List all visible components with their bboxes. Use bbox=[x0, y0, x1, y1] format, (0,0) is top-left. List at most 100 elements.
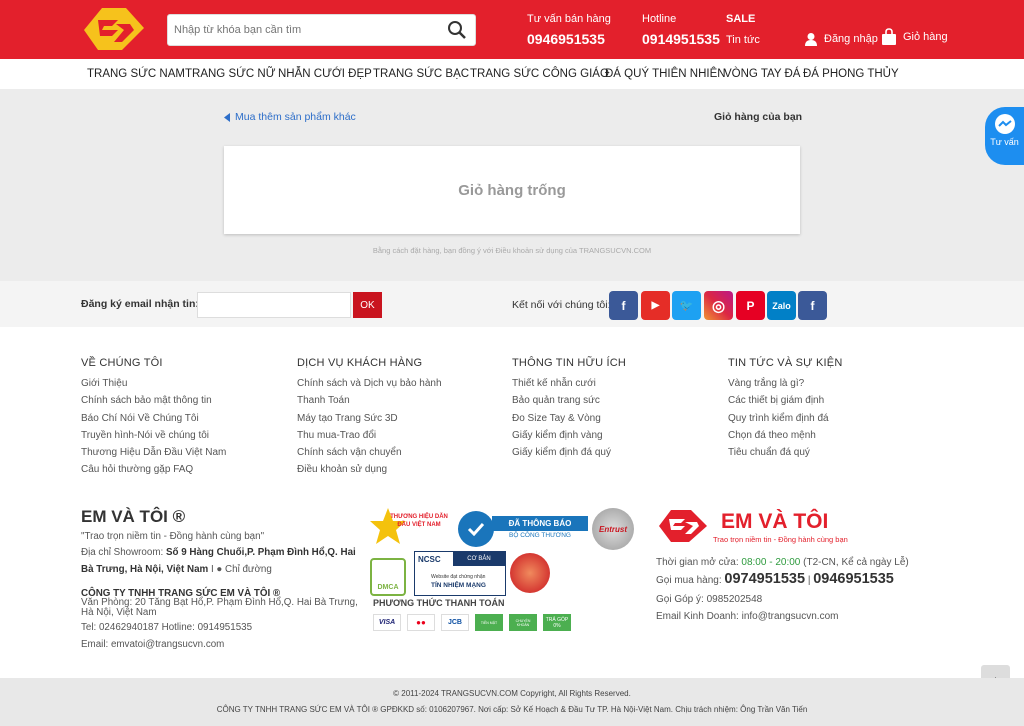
nav-item[interactable]: TRANG SỨC NỮ bbox=[185, 68, 276, 80]
nav-item[interactable]: TRANG SỨC NAM bbox=[87, 68, 185, 80]
footer-link[interactable]: Chính sách vận chuyển bbox=[297, 447, 442, 458]
footer-link[interactable]: Giấy kiểm định đá quý bbox=[512, 447, 626, 458]
footer-link[interactable]: Báo Chí Nói Về Chúng Tôi bbox=[81, 413, 226, 424]
business-email[interactable]: Email Kinh Doanh: info@trangsucvn.com bbox=[656, 611, 838, 622]
search-icon[interactable] bbox=[447, 20, 467, 40]
feedback-phone[interactable]: Gọi Góp ý: 0985202548 bbox=[656, 594, 762, 605]
company-registration-text: CÔNG TY TNHH TRANG SỨC EM VÀ TÔI ® GPĐKK… bbox=[216, 705, 808, 714]
cart-link[interactable]: Giỏ hàng bbox=[881, 28, 948, 46]
terms-note: Bằng cách đặt hàng, bạn đồng ý với Điều … bbox=[372, 246, 652, 255]
messenger-label: Tư vấn bbox=[990, 137, 1019, 147]
messenger-icon bbox=[994, 114, 1015, 134]
zalo-icon[interactable]: Zalo bbox=[767, 291, 796, 320]
newsletter-submit-button[interactable]: OK bbox=[353, 292, 382, 318]
footer-link[interactable]: Vàng trắng là gì? bbox=[728, 378, 842, 389]
footer-col-services: DỊCH VỤ KHÁCH HÀNG Chính sách và Dịch vụ… bbox=[297, 357, 442, 482]
advice-label: Tư vấn bán hàng bbox=[527, 13, 611, 25]
buy-phones: Gọi mua hàng: 0974951535 | 0946951535 bbox=[656, 571, 894, 587]
twitter-icon[interactable]: 🐦 bbox=[672, 291, 701, 320]
hotline[interactable]: Hotline 0914951535 bbox=[642, 13, 720, 47]
showroom-line: Địa chỉ Showroom: Số 9 Hàng Chuối,P. Phạ… bbox=[81, 547, 356, 558]
nav-item[interactable]: ĐÁ QUÝ THIÊN NHIÊN bbox=[605, 68, 726, 80]
jcb-icon: JCB bbox=[441, 614, 469, 631]
footer-link[interactable]: Bảo quản trang sức bbox=[512, 395, 626, 406]
trusted-network-text: TÍN NHIỆM MẠNG bbox=[431, 582, 486, 589]
footer-link[interactable]: Chính sách và Dịch vụ bảo hành bbox=[297, 378, 442, 389]
mastercard-icon: ●● bbox=[407, 614, 435, 631]
footer-link[interactable]: Quy trình kiểm định đá bbox=[728, 413, 842, 424]
newsletter-label: Đăng ký email nhận tin: bbox=[81, 298, 199, 310]
entrust-badge[interactable]: Entrust bbox=[592, 508, 634, 550]
footer-col-news: TIN TỨC VÀ SỰ KIỆN Vàng trắng là gì? Các… bbox=[728, 357, 842, 464]
cart-label: Giỏ hàng bbox=[903, 31, 948, 43]
footer-link[interactable]: Thanh Toán bbox=[297, 395, 442, 406]
nav-item[interactable]: TRANG SỨC BẠC bbox=[373, 68, 469, 80]
footer-link[interactable]: Truyền hình-Nói về chúng tôi bbox=[81, 430, 226, 441]
sale-link[interactable]: SALE bbox=[726, 13, 760, 25]
login-link[interactable]: Đăng nhập bbox=[804, 32, 878, 46]
pinterest-icon[interactable]: P bbox=[736, 291, 765, 320]
footer-logo-text: EM VÀ TÔI bbox=[721, 510, 829, 533]
seal-badge[interactable] bbox=[510, 553, 550, 593]
cart-title: Giỏ hàng của bạn bbox=[714, 111, 803, 123]
instagram-icon[interactable]: ◎ bbox=[704, 291, 733, 320]
buy-phone[interactable]: 0974951535 bbox=[724, 571, 805, 587]
nav-item[interactable]: NHẪN CƯỚI ĐẸP bbox=[278, 68, 372, 80]
hotline-phone[interactable]: 0914951535 bbox=[642, 31, 720, 47]
logo[interactable] bbox=[82, 6, 146, 52]
footer-link[interactable]: Các thiết bị giám định bbox=[728, 395, 842, 406]
sales-advice[interactable]: Tư vấn bán hàng 0946951535 bbox=[527, 13, 611, 47]
footer-link[interactable]: Chọn đá theo mệnh bbox=[728, 430, 842, 441]
facebook-icon[interactable]: f bbox=[798, 291, 827, 320]
buy-phone[interactable]: 0946951535 bbox=[813, 571, 894, 587]
footer-link[interactable]: Thương Hiệu Dẫn Đầu Việt Nam bbox=[81, 447, 226, 458]
dmca-text: DMCA bbox=[377, 584, 399, 591]
footer-link[interactable]: Đo Size Tay & Vòng bbox=[512, 413, 626, 424]
advice-phone[interactable]: 0946951535 bbox=[527, 31, 611, 47]
showroom-line-2: Bà Trưng, Hà Nội, Việt Nam I ● Chỉ đường bbox=[81, 564, 272, 575]
footer-link[interactable]: Giới Thiệu bbox=[81, 378, 226, 389]
nav-item[interactable]: TRANG SỨC CÔNG GIÁO bbox=[470, 68, 609, 80]
search-box bbox=[167, 14, 476, 46]
company-email[interactable]: Email: emvatoi@trangsucvn.com bbox=[81, 639, 224, 650]
footer-link[interactable]: Câu hỏi thường gặp FAQ bbox=[81, 464, 226, 475]
ministry-text: BỘ CÔNG THƯƠNG bbox=[509, 532, 571, 539]
nav-item[interactable]: ĐÁ PHONG THỦY bbox=[803, 68, 899, 80]
footer-logo-slogan: Trao trọn niềm tin - Đồng hành cùng bạn bbox=[713, 535, 848, 544]
footer-link[interactable]: Tiêu chuẩn đá quý bbox=[728, 447, 842, 458]
leading-brand-badge[interactable]: THƯƠNG HIỆU DẪN ĐẦU VIỆT NAM bbox=[370, 508, 450, 548]
hotline-label: Hotline bbox=[642, 13, 677, 25]
footer-col-title: DỊCH VỤ KHÁCH HÀNG bbox=[297, 357, 423, 369]
footer-link[interactable]: Thu mua-Trao đổi bbox=[297, 430, 442, 441]
ncsc-badge[interactable]: NCSC CƠ BẢN Website đạt chứng nhận TÍN N… bbox=[414, 551, 506, 596]
youtube-icon[interactable]: ▶ bbox=[641, 291, 670, 320]
caret-left-icon bbox=[224, 112, 230, 122]
directions-link[interactable]: I ● Chỉ đường bbox=[211, 564, 272, 575]
dmca-badge[interactable]: DMCA bbox=[370, 558, 406, 596]
footer-link[interactable]: Thiết kế nhẫn cưới bbox=[512, 378, 626, 389]
leading-brand-text: THƯƠNG HIỆU DẪN ĐẦU VIỆT NAM bbox=[390, 514, 448, 528]
footer-link[interactable]: Máy tạo Trang Sức 3D bbox=[297, 413, 442, 424]
showroom-address: Số 9 Hàng Chuối,P. Phạm Đình Hổ,Q. Hai bbox=[165, 547, 356, 558]
footer-link[interactable]: Chính sách bảo mật thông tin bbox=[81, 395, 226, 406]
continue-shopping-link[interactable]: Mua thêm sản phẩm khác bbox=[224, 111, 356, 123]
facebook-icon[interactable]: f bbox=[609, 291, 638, 320]
messenger-chat-button[interactable]: Tư vấn bbox=[985, 107, 1024, 165]
nav-item[interactable]: VÒNG TAY ĐÁ bbox=[724, 68, 800, 80]
footer-link[interactable]: Điều khoản sử dụng bbox=[297, 464, 442, 475]
empty-cart-text: Giỏ hàng trống bbox=[458, 181, 566, 199]
footer-col-title: THÔNG TIN HỮU ÍCH bbox=[512, 357, 627, 369]
main-nav: TRANG SỨC NAM TRANG SỨC NỮ NHẪN CƯỚI ĐẸP… bbox=[0, 59, 1024, 89]
footer-col-title: TIN TỨC VÀ SỰ KIỆN bbox=[728, 357, 843, 369]
sale-news: SALE Tin tức bbox=[726, 13, 760, 46]
newsletter-email-input[interactable] bbox=[197, 292, 351, 318]
registered-text: ĐÃ THÔNG BÁO bbox=[492, 516, 588, 531]
payment-methods-label: PHƯƠNG THỨC THANH TOÁN bbox=[373, 598, 505, 608]
showroom-label: Địa chỉ Showroom: bbox=[81, 547, 164, 558]
search-input[interactable] bbox=[168, 15, 438, 45]
company-tel: Tel: 02462940187 Hotline: 0914951535 bbox=[81, 622, 253, 633]
hours-note: (T2-CN, Kể cả ngày Lễ) bbox=[803, 557, 909, 568]
ministry-registered-badge[interactable]: ĐÃ THÔNG BÁO BỘ CÔNG THƯƠNG bbox=[458, 511, 588, 547]
footer-link[interactable]: Giấy kiểm định vàng bbox=[512, 430, 626, 441]
news-link[interactable]: Tin tức bbox=[726, 34, 760, 46]
